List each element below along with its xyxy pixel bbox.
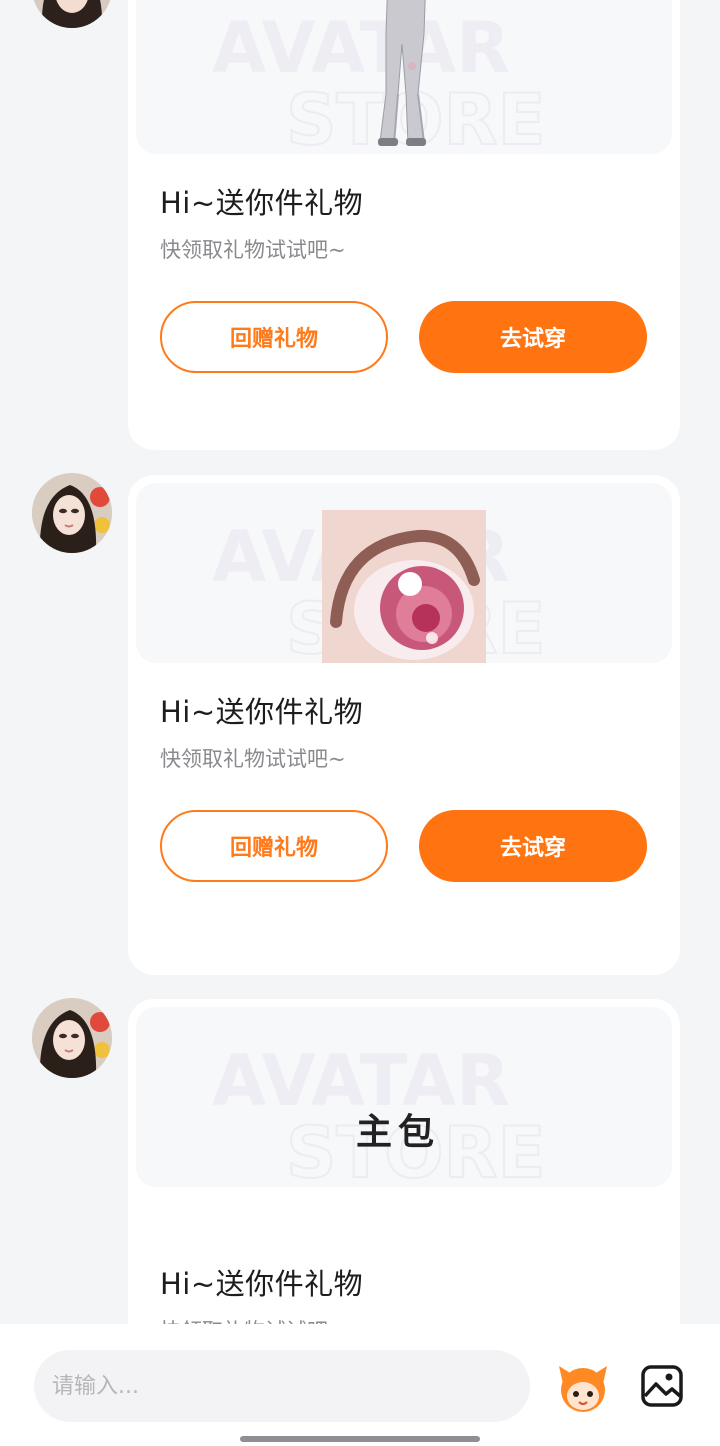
image-icon[interactable] <box>640 1364 684 1408</box>
chat-feed[interactable]: AVATAR STORE Hi~送你件礼物 快领取礼物试试吧~ 回赠礼物 去试穿 <box>0 0 720 1324</box>
gift-item-label: 主包 <box>356 1112 441 1153</box>
home-indicator <box>240 1436 480 1442</box>
sender-avatar[interactable] <box>32 473 112 553</box>
gift-preview[interactable]: AVATAR STORE <box>136 0 672 154</box>
avatar-store-watermark: AVATAR STORE <box>212 1040 546 1187</box>
card-title: Hi~送你件礼物 <box>160 186 364 220</box>
avatar-photo <box>32 473 112 553</box>
sender-avatar[interactable] <box>32 0 112 28</box>
message-composer <box>0 1324 720 1446</box>
gift-preview[interactable]: AVATAR STORE 主包 <box>136 1007 672 1187</box>
gift-message-card: AVATAR STORE 主包 Hi~送你件礼物 快领取礼物试试吧~ <box>128 999 680 1324</box>
svg-text:AVATAR: AVATAR <box>212 7 510 89</box>
card-title: Hi~送你件礼物 <box>160 1267 364 1301</box>
sender-avatar[interactable] <box>32 998 112 1078</box>
mascot-icon[interactable] <box>555 1360 611 1416</box>
try-on-button[interactable]: 去试穿 <box>419 810 647 882</box>
card-subtitle: 快领取礼物试试吧~ <box>160 238 346 262</box>
gift-message-card: AVATAR STORE Hi~送你件礼物 快领取礼物试试吧~ 回赠礼物 去试穿 <box>128 475 680 975</box>
card-subtitle: 快领取礼物试试吧~ <box>160 1315 346 1324</box>
try-on-button[interactable]: 去试穿 <box>419 301 647 373</box>
anime-eye-icon <box>322 510 486 663</box>
message-input[interactable] <box>34 1350 530 1422</box>
avatar-photo <box>32 0 112 28</box>
pants-icon <box>378 0 426 146</box>
gift-preview[interactable]: AVATAR STORE <box>136 483 672 663</box>
return-gift-button[interactable]: 回赠礼物 <box>160 301 388 373</box>
gift-message-card: AVATAR STORE Hi~送你件礼物 快领取礼物试试吧~ 回赠礼物 去试穿 <box>128 0 680 450</box>
card-title: Hi~送你件礼物 <box>160 695 364 729</box>
return-gift-button[interactable]: 回赠礼物 <box>160 810 388 882</box>
card-subtitle: 快领取礼物试试吧~ <box>160 747 346 771</box>
avatar-photo <box>32 998 112 1078</box>
